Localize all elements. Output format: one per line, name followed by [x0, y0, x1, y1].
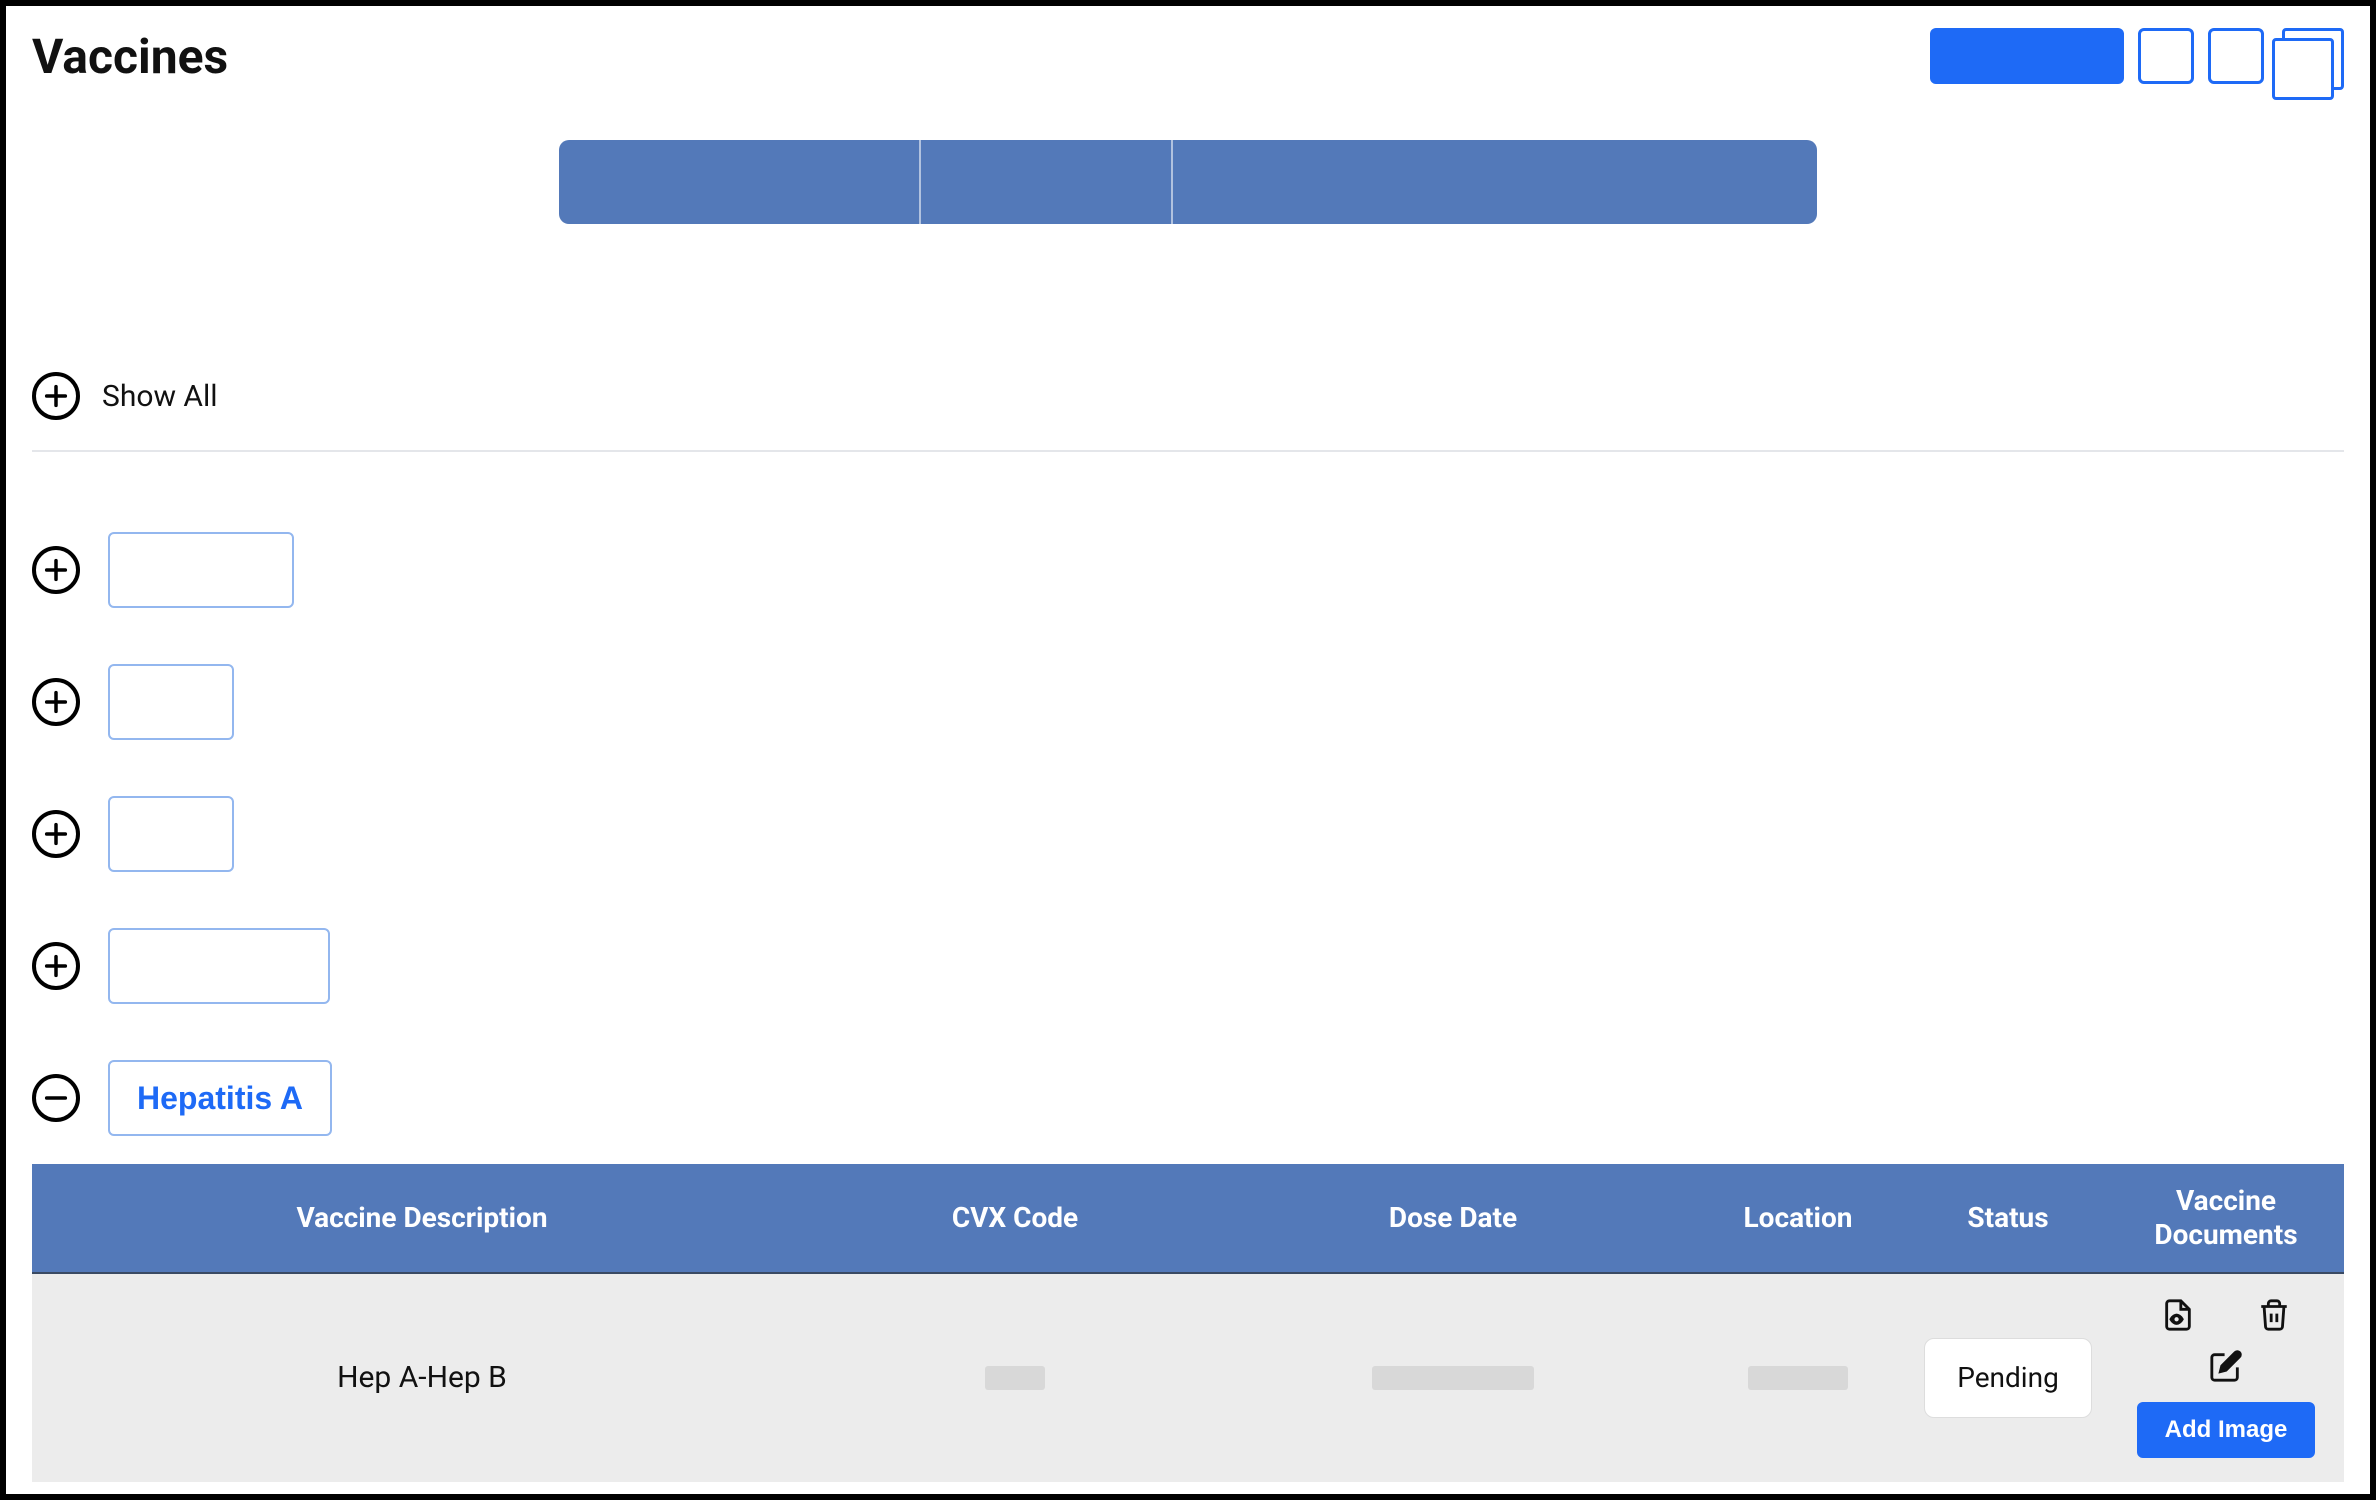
category-row — [32, 636, 2344, 768]
divider — [32, 450, 2344, 452]
col-dose-date: Dose Date — [1218, 1164, 1688, 1272]
header-primary-button[interactable] — [1930, 28, 2124, 84]
edit-button[interactable] — [2209, 1349, 2243, 1386]
tab-strip — [559, 140, 1817, 224]
plus-icon — [42, 556, 70, 584]
delete-button[interactable] — [2257, 1298, 2291, 1335]
plus-icon — [42, 820, 70, 848]
category-list: Hepatitis A — [32, 504, 2344, 1164]
cell-description: Hep A-Hep B — [337, 1360, 507, 1396]
category-row-hepatitis-a: Hepatitis A — [32, 1032, 2344, 1164]
page-title: Vaccines — [32, 28, 228, 85]
plus-icon — [42, 952, 70, 980]
col-cvx: CVX Code — [812, 1164, 1218, 1272]
status-pill[interactable]: Pending — [1924, 1338, 2092, 1418]
plus-icon — [42, 688, 70, 716]
category-chip[interactable] — [108, 928, 330, 1004]
col-documents: Vaccine Documents — [2108, 1164, 2344, 1272]
category-chip[interactable] — [108, 796, 234, 872]
tab-2[interactable] — [921, 140, 1173, 224]
category-row — [32, 504, 2344, 636]
cell-location-redacted — [1748, 1366, 1848, 1390]
category-chip[interactable] — [108, 664, 234, 740]
trash-icon — [2257, 1298, 2291, 1332]
col-status: Status — [1908, 1164, 2108, 1272]
expand-all-button[interactable] — [32, 372, 80, 420]
document-view-icon — [2161, 1298, 2195, 1332]
header-actions — [1930, 28, 2344, 92]
expand-button[interactable] — [32, 546, 80, 594]
show-all-label: Show All — [102, 379, 218, 414]
collapse-button[interactable] — [32, 1074, 80, 1122]
expand-button[interactable] — [32, 942, 80, 990]
col-location: Location — [1688, 1164, 1908, 1272]
plus-icon — [42, 382, 70, 410]
category-row — [32, 900, 2344, 1032]
expand-button[interactable] — [32, 678, 80, 726]
minus-icon — [42, 1084, 70, 1112]
edit-icon — [2209, 1349, 2243, 1383]
vaccine-table: Vaccine Description CVX Code Dose Date L… — [32, 1164, 2344, 1482]
category-chip-hepatitis-a[interactable]: Hepatitis A — [108, 1060, 332, 1136]
header-button-2[interactable] — [2138, 28, 2194, 84]
category-row — [32, 768, 2344, 900]
header-button-stack[interactable] — [2278, 28, 2344, 92]
cell-cvx-redacted — [985, 1366, 1045, 1390]
tab-1[interactable] — [559, 140, 921, 224]
header-button-3[interactable] — [2208, 28, 2264, 84]
cell-date-redacted — [1372, 1366, 1534, 1390]
view-document-button[interactable] — [2161, 1298, 2195, 1335]
tab-3[interactable] — [1173, 140, 1817, 224]
col-description: Vaccine Description — [32, 1164, 812, 1272]
add-image-button[interactable]: Add Image — [2137, 1402, 2316, 1458]
expand-button[interactable] — [32, 810, 80, 858]
table-row: Hep A-Hep B Pending — [32, 1274, 2344, 1482]
table-header: Vaccine Description CVX Code Dose Date L… — [32, 1164, 2344, 1274]
category-chip[interactable] — [108, 532, 294, 608]
